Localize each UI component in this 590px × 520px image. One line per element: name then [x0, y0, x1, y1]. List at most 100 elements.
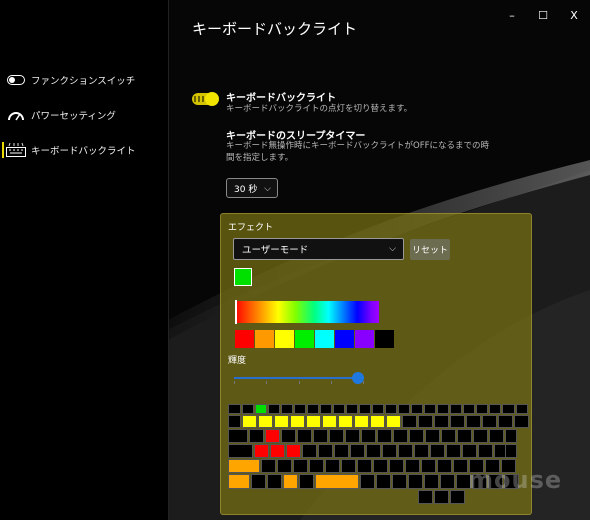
keyboard-key[interactable] [299, 474, 314, 489]
keyboard-key[interactable] [228, 444, 253, 458]
keyboard-key[interactable] [440, 474, 455, 489]
keyboard-key[interactable] [437, 459, 452, 473]
keyboard-key[interactable] [322, 415, 337, 428]
keyboard-key[interactable] [434, 490, 449, 504]
keyboard-key[interactable] [398, 444, 413, 458]
keyboard-key[interactable] [228, 415, 241, 428]
keyboard-key[interactable] [514, 415, 529, 428]
keyboard-key[interactable] [424, 404, 436, 414]
keyboard-key[interactable] [398, 404, 410, 414]
reset-button[interactable]: リセット [410, 239, 450, 260]
keyboard-key[interactable] [450, 404, 462, 414]
spectrum-cursor[interactable] [235, 300, 237, 324]
keyboard-key[interactable] [341, 459, 356, 473]
keyboard-key[interactable] [302, 444, 317, 458]
keyboard-key[interactable] [478, 444, 493, 458]
keyboard-key[interactable] [370, 415, 385, 428]
keyboard-key[interactable] [306, 415, 321, 428]
keyboard-key[interactable] [450, 490, 465, 504]
keyboard-key[interactable] [373, 459, 388, 473]
keyboard-key[interactable] [389, 459, 404, 473]
keyboard-key[interactable] [261, 459, 276, 473]
keyboard-key[interactable] [294, 404, 306, 414]
keyboard-key[interactable] [357, 459, 372, 473]
sidebar-item-keyboard-backlight[interactable]: キーボードバックライト [0, 138, 168, 162]
keyboard-key[interactable] [309, 459, 324, 473]
keyboard-key[interactable] [409, 429, 424, 443]
keyboard-key[interactable] [450, 415, 465, 428]
keyboard-key[interactable] [293, 459, 308, 473]
keyboard-key[interactable] [386, 415, 401, 428]
color-swatch[interactable] [295, 330, 314, 348]
keyboard-key[interactable] [424, 474, 439, 489]
keyboard-key[interactable] [425, 429, 440, 443]
effect-mode-select[interactable]: ユーザーモード ⌵ [233, 238, 404, 260]
keyboard-key[interactable] [453, 459, 468, 473]
keyboard-key[interactable] [446, 444, 461, 458]
sleep-timer-select[interactable]: 30 秒 ⌵ [226, 178, 278, 198]
keyboard-key[interactable] [414, 444, 429, 458]
keyboard-key[interactable] [318, 444, 333, 458]
backlight-toggle[interactable] [192, 92, 219, 106]
keyboard-key[interactable] [457, 429, 472, 443]
keyboard-key[interactable] [320, 404, 332, 414]
keyboard-key[interactable] [502, 404, 515, 414]
keyboard-key[interactable] [505, 444, 517, 458]
keyboard-key[interactable] [228, 459, 260, 473]
keyboard-key[interactable] [463, 404, 475, 414]
keyboard-key[interactable] [268, 404, 280, 414]
keyboard-key[interactable] [338, 415, 353, 428]
keyboard-key[interactable] [382, 444, 397, 458]
keyboard-key[interactable] [393, 429, 408, 443]
keyboard-key[interactable] [402, 415, 417, 428]
keyboard-key[interactable] [345, 429, 360, 443]
keyboard-key[interactable] [354, 415, 369, 428]
color-swatch[interactable] [375, 330, 394, 348]
keyboard-key[interactable] [255, 404, 267, 414]
keyboard-key[interactable] [418, 415, 433, 428]
keyboard-key[interactable] [242, 415, 257, 428]
keyboard-key[interactable] [251, 474, 266, 489]
keyboard-key[interactable] [315, 474, 359, 489]
keyboard-key[interactable] [516, 404, 528, 414]
color-spectrum[interactable] [235, 300, 379, 324]
keyboard-key[interactable] [242, 404, 254, 414]
keyboard-key[interactable] [274, 415, 289, 428]
keyboard-key[interactable] [258, 415, 273, 428]
keyboard-key[interactable] [408, 474, 423, 489]
keyboard-key[interactable] [334, 444, 349, 458]
keyboard-key[interactable] [283, 474, 298, 489]
keyboard-key[interactable] [350, 444, 365, 458]
color-swatch[interactable] [355, 330, 374, 348]
keyboard-key[interactable] [228, 474, 250, 489]
keyboard-key[interactable] [437, 404, 449, 414]
keyboard-key[interactable] [265, 429, 280, 443]
color-swatch[interactable] [335, 330, 354, 348]
keyboard-key[interactable] [329, 429, 344, 443]
keyboard-key[interactable] [333, 404, 345, 414]
keyboard-key[interactable] [325, 459, 340, 473]
keyboard-key[interactable] [434, 415, 449, 428]
keyboard-key[interactable] [290, 415, 305, 428]
keyboard-key[interactable] [476, 404, 488, 414]
keyboard-key[interactable] [441, 429, 456, 443]
keyboard-key[interactable] [405, 459, 420, 473]
keyboard-key[interactable] [281, 404, 293, 414]
keyboard-key[interactable] [228, 404, 241, 414]
current-color-swatch[interactable] [234, 268, 252, 286]
keyboard-key[interactable] [377, 429, 392, 443]
keyboard-key[interactable] [277, 459, 292, 473]
color-swatch[interactable] [315, 330, 334, 348]
keyboard-key[interactable] [249, 429, 264, 443]
keyboard-key[interactable] [360, 474, 375, 489]
keyboard-key[interactable] [489, 404, 501, 414]
keyboard-key[interactable] [498, 415, 513, 428]
keyboard-key[interactable] [366, 444, 381, 458]
keyboard-key[interactable] [286, 444, 301, 458]
keyboard-key[interactable] [489, 429, 504, 443]
keyboard-key[interactable] [392, 474, 407, 489]
keyboard-key[interactable] [346, 404, 358, 414]
color-swatch[interactable] [255, 330, 274, 348]
keyboard-key[interactable] [361, 429, 376, 443]
sidebar-item-power-setting[interactable]: パワーセッティング [0, 103, 168, 127]
